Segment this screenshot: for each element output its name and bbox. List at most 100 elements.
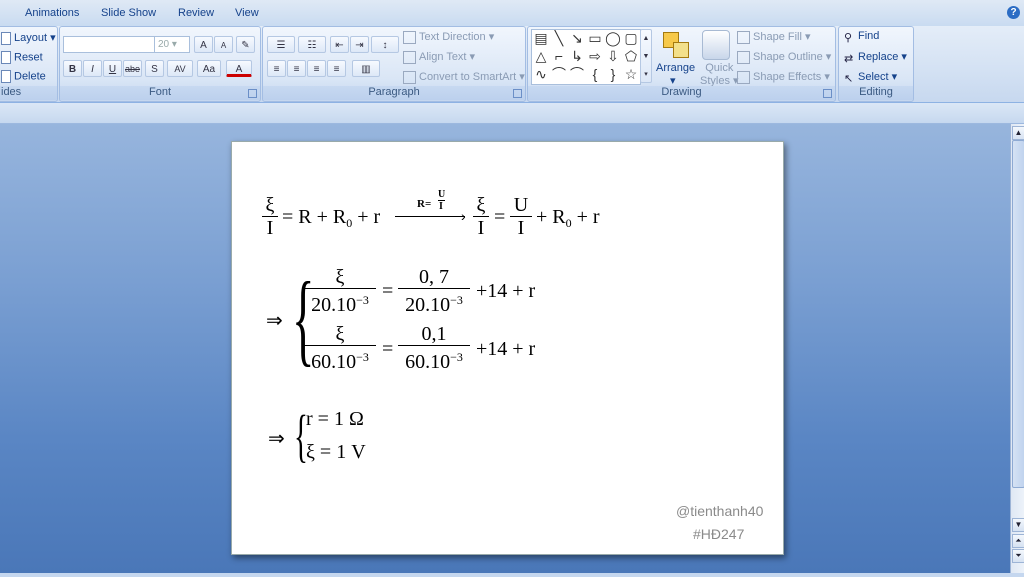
quick-styles-icon <box>702 30 730 60</box>
frac-07-over-20e-3: 0, 7 20.10−3 <box>398 266 470 316</box>
triangle-shape-icon[interactable]: △ <box>532 48 550 65</box>
down-arrow-shape-icon[interactable]: ⇩ <box>604 48 622 65</box>
oval-shape-icon[interactable]: ◯ <box>604 30 622 47</box>
textbox-shape-icon[interactable]: ▤ <box>532 30 550 47</box>
eq1-equals: = <box>494 206 506 228</box>
scroll-up-icon[interactable]: ▲ <box>1012 126 1024 140</box>
shadow-button[interactable]: S <box>145 60 164 77</box>
curve-shape-icon[interactable]: ⌒ <box>550 66 568 83</box>
rounded-rect-shape-icon[interactable]: ▢ <box>622 30 640 47</box>
reset-icon <box>1 51 11 64</box>
numbering-icon[interactable]: ☷ <box>298 36 326 53</box>
shapes-more-icon[interactable]: ▲ ▼ ▾ <box>640 29 652 83</box>
italic-button[interactable]: I <box>83 60 102 77</box>
convert-smartart-button[interactable]: Convert to SmartArt ▾ <box>403 70 525 84</box>
scroll-down-icon[interactable]: ▼ <box>1012 518 1024 532</box>
tab-animations[interactable]: Animations <box>25 7 79 19</box>
find-button[interactable]: ⚲ Find <box>844 30 879 44</box>
tab-view[interactable]: View <box>235 7 259 19</box>
next-slide-icon[interactable]: ⏷ <box>1012 549 1024 563</box>
vertical-scrollbar[interactable]: ▲ ▼ ⏶ ⏷ <box>1010 124 1024 573</box>
arrow-line-shape-icon[interactable]: ↘ <box>568 30 586 47</box>
reset-button[interactable]: Reset <box>1 51 43 64</box>
decrease-indent-icon[interactable]: ⇤ <box>330 36 349 53</box>
elbow-connector-shape-icon[interactable]: ⌐ <box>550 48 568 65</box>
arrange-button[interactable]: Arrange ▾ <box>656 62 695 87</box>
shapes-gallery[interactable]: ▤ ╲ ↘ ▭ ◯ ▢ △ ⌐ ↳ ⇨ ⇩ ⬠ ∿ ⌒ ⌒ { } ☆ <box>531 29 641 85</box>
font-name-combo[interactable] <box>63 36 155 53</box>
frac-xi-over-i-2: ξI <box>473 194 489 239</box>
binoculars-icon: ⚲ <box>844 31 853 44</box>
delete-icon <box>1 70 11 83</box>
layout-icon <box>1 31 11 45</box>
line-spacing-icon[interactable]: ↕ <box>371 36 399 53</box>
right-arrow-shape-icon[interactable]: ⇨ <box>586 48 604 65</box>
text-direction-icon <box>403 30 416 44</box>
columns-icon[interactable]: ▥ <box>352 60 380 77</box>
quick-styles-button[interactable]: Quick Styles ▾ <box>700 62 739 87</box>
delete-button[interactable]: Delete <box>1 70 46 83</box>
group-font: 20 ▾ A A ✎ B I U abe S AV Aa A Font <box>59 26 261 102</box>
group-label-slides: ides <box>0 86 57 100</box>
ribbon-tab-bar: Animations Slide Show Review View ? <box>0 0 1024 26</box>
scroll-thumb[interactable] <box>1012 140 1024 488</box>
paragraph-dialog-launcher-icon[interactable] <box>513 89 522 98</box>
result-xi: ξ = 1 V <box>306 441 366 463</box>
cursor-icon: ↖ <box>844 72 854 85</box>
font-color-button[interactable]: A <box>226 60 252 77</box>
shape-effects-button[interactable]: Shape Effects ▾ <box>737 70 830 84</box>
frac-xi-over-20e-3: ξ 20.10−3 <box>304 266 376 316</box>
implies-icon-2: ⇒ <box>268 428 285 450</box>
slide[interactable]: ξI = R + R0 + r R= U I › ξI = UI + R0 + … <box>231 141 784 555</box>
select-button[interactable]: ↖ Select ▾ <box>844 70 897 85</box>
bullets-icon[interactable]: ☰ <box>267 36 295 53</box>
flowchart-shape-icon[interactable]: ⬠ <box>622 48 640 65</box>
shape-fill-button[interactable]: Shape Fill ▾ <box>737 30 811 44</box>
underline-button[interactable]: U <box>103 60 122 77</box>
increase-indent-icon[interactable]: ⇥ <box>350 36 369 53</box>
clear-format-icon[interactable]: ✎ <box>236 36 255 53</box>
rectangle-shape-icon[interactable]: ▭ <box>586 30 604 47</box>
char-spacing-button[interactable]: AV <box>167 60 193 77</box>
sys1-eq1: = <box>382 280 394 302</box>
bold-button[interactable]: B <box>63 60 82 77</box>
tab-review[interactable]: Review <box>178 7 214 19</box>
smartart-icon <box>403 70 416 84</box>
layout-button[interactable]: Layout ▾ <box>1 31 56 45</box>
font-dialog-launcher-icon[interactable] <box>248 89 257 98</box>
tab-slide-show[interactable]: Slide Show <box>101 7 156 19</box>
justify-icon[interactable]: ≡ <box>327 60 346 77</box>
shrink-font-button[interactable]: A <box>214 36 233 53</box>
align-center-icon[interactable]: ≡ <box>287 60 306 77</box>
align-right-icon[interactable]: ≡ <box>307 60 326 77</box>
line-shape-icon[interactable]: ╲ <box>550 30 568 47</box>
text-direction-button[interactable]: Text Direction ▾ <box>403 30 494 44</box>
eq1-lhs: = R + R0 + r <box>282 206 381 230</box>
grow-font-button[interactable]: A <box>194 36 213 53</box>
replace-icon: ⇄ <box>844 52 854 65</box>
align-text-button[interactable]: Align Text ▾ <box>403 50 475 64</box>
font-size-combo[interactable]: 20 ▾ <box>154 36 190 53</box>
arrow-head-icon: › <box>461 208 466 224</box>
group-label-font: Font <box>60 86 260 100</box>
replace-button[interactable]: ⇄ Replace ▾ <box>844 50 907 65</box>
shape-outline-button[interactable]: Shape Outline ▾ <box>737 50 831 64</box>
left-brace-shape-icon[interactable]: { <box>586 66 604 83</box>
elbow-arrow-shape-icon[interactable]: ↳ <box>568 48 586 65</box>
arc-shape-icon[interactable]: ⌒ <box>568 66 586 83</box>
watermark-tag: #HĐ247 <box>693 526 745 542</box>
align-left-icon[interactable]: ≡ <box>267 60 286 77</box>
change-case-button[interactable]: Aa <box>197 60 221 77</box>
freeform-shape-icon[interactable]: ∿ <box>532 66 550 83</box>
previous-slide-icon[interactable]: ⏶ <box>1012 534 1024 548</box>
group-label-paragraph: Paragraph <box>263 86 525 100</box>
frac-xi-over-60e-3: ξ 60.10−3 <box>304 323 376 373</box>
pencil-icon <box>737 50 750 64</box>
star-shape-icon[interactable]: ☆ <box>622 66 640 83</box>
strikethrough-button[interactable]: abe <box>123 60 142 77</box>
status-bar <box>0 573 1024 577</box>
help-icon[interactable]: ? <box>1007 6 1020 19</box>
right-brace-shape-icon[interactable]: } <box>604 66 622 83</box>
drawing-dialog-launcher-icon[interactable] <box>823 89 832 98</box>
group-editing: ⚲ Find ⇄ Replace ▾ ↖ Select ▾ Editing <box>838 26 914 102</box>
